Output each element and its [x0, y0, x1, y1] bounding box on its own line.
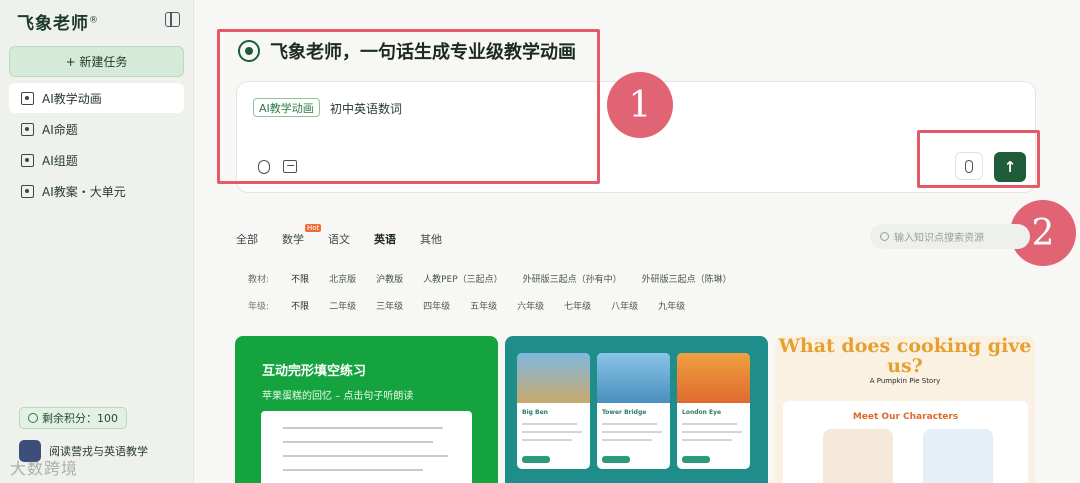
annotation-number-1: 1: [607, 72, 673, 138]
textbook-option[interactable]: 不限: [291, 272, 309, 285]
tab-english[interactable]: 英语: [374, 228, 396, 250]
tab-other[interactable]: 其他: [420, 228, 442, 250]
character-image: [923, 429, 993, 483]
credit-icon: [28, 413, 38, 423]
credits-badge: 剩余积分：100: [19, 407, 127, 429]
mini-card: London Eye: [677, 353, 750, 469]
tab-chinese[interactable]: 语文: [328, 228, 350, 250]
card-title: 互动完形填空练习: [262, 364, 367, 379]
sidebar-item-label: AI教案・大单元: [42, 184, 126, 199]
sidebar-item-ai-question[interactable]: AI命题: [9, 114, 184, 144]
lesson-plan-icon: [21, 184, 34, 198]
hot-badge: Hot: [305, 224, 322, 232]
brand-logo: 飞象老师®: [17, 14, 99, 34]
question-icon: [21, 122, 34, 136]
card-preview: [261, 411, 472, 483]
knowledge-search-input[interactable]: 输入知识点搜索资源: [870, 224, 1030, 249]
card-subtitle: 苹果蛋糕的回忆 – 点击句子听朗读: [262, 391, 414, 402]
animation-icon: [21, 91, 34, 105]
grade-option[interactable]: 不限: [291, 299, 309, 312]
resource-card-cooking[interactable]: What does cooking give us? A Pumpkin Pie…: [775, 336, 1035, 483]
grade-filter: 年级: 不限 二年级 三年级 四年级 五年级 六年级 七年级 八年级 九年级: [248, 299, 705, 312]
subject-tabs: 全部 数学 Hot 语文 英语 其他: [236, 224, 466, 250]
textbook-option[interactable]: 外研版三起点（孙有中）: [523, 272, 622, 285]
sidebar: 飞象老师® + 新建任务 AI教学动画 AI命题 AI组题 AI教案・大单元 剩…: [0, 0, 194, 483]
resource-card-london[interactable]: Big Ben Tower Bridge London Eye: [505, 336, 768, 483]
sidebar-item-ai-lesson-plan[interactable]: AI教案・大单元: [9, 176, 184, 206]
new-task-button[interactable]: + 新建任务: [9, 46, 184, 77]
grade-option[interactable]: 六年级: [517, 299, 544, 312]
watermark: 大数跨境: [10, 459, 79, 478]
sidebar-item-label: AI教学动画: [42, 91, 102, 106]
mini-card: Tower Bridge: [597, 353, 670, 469]
sidebar-item-label: AI组题: [42, 153, 78, 168]
textbook-filter: 教材: 不限 北京版 沪教版 人教PEP（三起点） 外研版三起点（孙有中） 外研…: [248, 272, 752, 285]
sidebar-nav: AI教学动画 AI命题 AI组题 AI教案・大单元: [9, 83, 184, 207]
character-image: [823, 429, 893, 483]
sidebar-item-ai-compose[interactable]: AI组题: [9, 145, 184, 175]
textbook-option[interactable]: 外研版三起点（陈琳）: [642, 272, 732, 285]
grade-option[interactable]: 九年级: [658, 299, 685, 312]
annotation-box-2: [917, 130, 1040, 188]
textbook-option[interactable]: 沪教版: [376, 272, 403, 285]
grade-option[interactable]: 三年级: [376, 299, 403, 312]
grade-option[interactable]: 七年级: [564, 299, 591, 312]
textbook-option[interactable]: 北京版: [329, 272, 356, 285]
card-subtitle: A Pumpkin Pie Story: [869, 377, 941, 385]
sidebar-collapse-icon[interactable]: [165, 12, 180, 27]
card-title: What does cooking give us?: [778, 336, 1032, 377]
card-preview: Meet Our Characters: [783, 401, 1028, 483]
search-icon: [880, 232, 889, 241]
sidebar-item-ai-animation[interactable]: AI教学动画: [9, 83, 184, 113]
compose-icon: [21, 153, 34, 167]
mini-card: Big Ben: [517, 353, 590, 469]
grade-option[interactable]: 二年级: [329, 299, 356, 312]
tab-math[interactable]: 数学 Hot: [282, 224, 322, 250]
grade-option[interactable]: 五年级: [470, 299, 497, 312]
tab-all[interactable]: 全部: [236, 228, 258, 250]
grade-option[interactable]: 八年级: [611, 299, 638, 312]
annotation-box-1: [217, 29, 600, 184]
main-content: 飞象老师，一句话生成专业级教学动画 AI教学动画 初中英语数词 ↑ 1 2 全部…: [195, 0, 1080, 483]
resource-card-cloze[interactable]: 互动完形填空练习 苹果蛋糕的回忆 – 点击句子听朗读: [235, 336, 498, 483]
textbook-option[interactable]: 人教PEP（三起点）: [423, 272, 503, 285]
grade-option[interactable]: 四年级: [423, 299, 450, 312]
sidebar-item-label: AI命题: [42, 122, 78, 137]
